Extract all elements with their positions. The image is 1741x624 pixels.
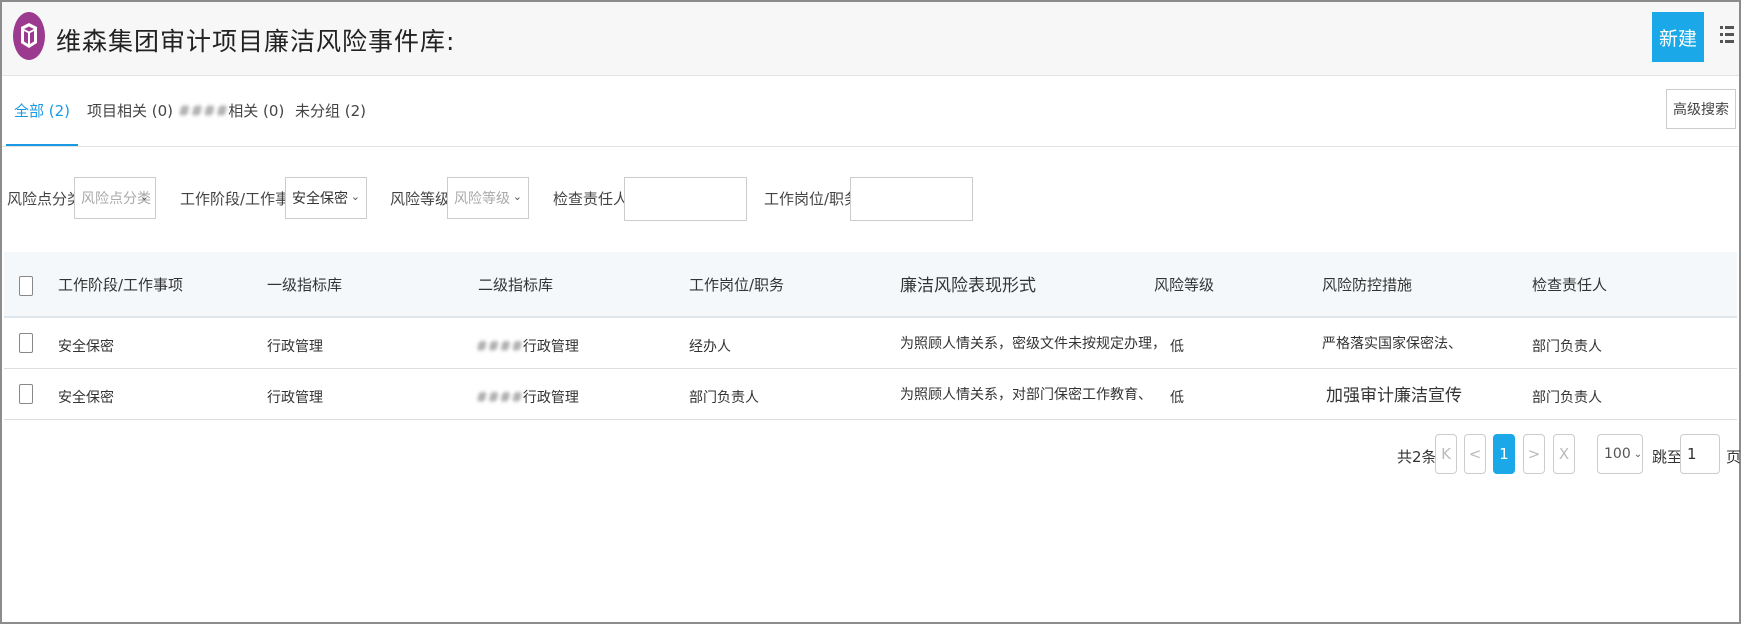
cell-stage: 安全保密 [58, 390, 114, 406]
next-page-button[interactable]: > [1523, 434, 1545, 474]
jump-page-input[interactable]: 1 [1680, 434, 1720, 474]
cell-position: 经办人 [689, 339, 731, 355]
column-header: 检查责任人 [1532, 276, 1608, 294]
tab-project-related-label: 项目相关 (0) [87, 102, 174, 120]
page-size-value: 100 [1604, 446, 1631, 462]
cell-owner: 部门负责人 [1532, 339, 1602, 355]
cell-measure: 加强审计廉洁宣传 [1326, 386, 1462, 406]
column-header: 廉洁风险表现形式 [900, 276, 1036, 296]
brand-logo-icon [13, 12, 45, 60]
cell-stage: 安全保密 [58, 339, 114, 355]
column-header: 风险防控措施 [1322, 276, 1413, 294]
column-header: 工作岗位/职务 [689, 276, 785, 294]
group-tabs: 全部 (2) 项目相关 (0) ####相关 (0) 未分组 (2) 高级搜索 [2, 76, 1739, 147]
risk-level-placeholder: 风险等级 [454, 191, 510, 207]
position-label: 工作岗位/职务 [764, 190, 860, 208]
column-header: 工作阶段/工作事项 [58, 276, 184, 294]
cell-risk-level: 低 [1170, 390, 1184, 406]
column-header: 二级指标库 [478, 276, 554, 294]
tab-ungrouped-label: 未分组 (2) [295, 102, 367, 120]
cell-risk-form: 为照顾人情关系，对部门保密工作教育、 [900, 387, 1152, 403]
work-stage-value: 安全保密 [292, 191, 348, 207]
prev-page-button[interactable]: < [1464, 434, 1486, 474]
pagination: 共2条 K < 1 > X 100 ⌄ 跳至 1 页 [2, 434, 1741, 474]
risk-category-label: 风险点分类 [7, 190, 83, 208]
cell-position: 部门负责人 [689, 390, 759, 406]
cell-owner: 部门负责人 [1532, 390, 1602, 406]
chevron-down-icon: ⌄ [350, 190, 360, 203]
cell-measure: 严格落实国家保密法、 [1322, 336, 1462, 352]
list-menu-icon[interactable] [1720, 24, 1734, 46]
total-count: 共2条 [1397, 448, 1437, 466]
inspector-input[interactable] [624, 177, 747, 221]
cell-level2-text: 行政管理 [522, 390, 579, 406]
position-input[interactable] [850, 177, 973, 221]
cell-risk-form: 为照顾人情关系，密级文件未按规定办理， [900, 336, 1166, 352]
tab-obscured-related-label: 相关 (0) [228, 102, 285, 120]
tab-obscured-related[interactable]: ####相关 (0) [178, 100, 284, 144]
table-row[interactable]: 安全保密 行政管理 ####行政管理 部门负责人 为照顾人情关系，对部门保密工作… [4, 369, 1737, 420]
column-header: 一级指标库 [267, 276, 343, 294]
chevron-down-icon: ⌄ [139, 190, 149, 203]
tab-project-related[interactable]: 项目相关 (0) [87, 100, 173, 144]
inspector-label: 检查责任人 [553, 190, 629, 208]
app-window: 维森集团审计项目廉洁风险事件库: 新建 全部 (2) 项目相关 (0) ####… [0, 0, 1741, 624]
cell-level1: 行政管理 [267, 390, 323, 406]
cell-level1: 行政管理 [267, 339, 323, 355]
table-row[interactable]: 安全保密 行政管理 ####行政管理 经办人 为照顾人情关系，密级文件未按规定办… [4, 318, 1737, 369]
select-all-checkbox[interactable] [19, 276, 33, 296]
tab-all-label: 全部 (2) [14, 102, 71, 120]
column-header: 风险等级 [1154, 276, 1215, 294]
last-page-button[interactable]: X [1553, 434, 1575, 474]
chevron-down-icon: ⌄ [512, 190, 522, 203]
risk-level-label: 风险等级 [390, 190, 451, 208]
cell-level2-text: 行政管理 [522, 339, 579, 355]
obscured-text: #### [476, 390, 523, 406]
page-suffix: 页 [1726, 448, 1741, 466]
row-checkbox[interactable] [19, 384, 33, 404]
obscured-text: #### [178, 102, 229, 120]
new-button[interactable]: 新建 [1652, 12, 1704, 62]
work-stage-select[interactable]: 安全保密 ⌄ [285, 177, 367, 219]
filter-bar: 风险点分类 风险点分类 ⌄ 工作阶段/工作事项 安全保密 ⌄ 风险等级 风险等级… [2, 172, 1739, 222]
table-header: 工作阶段/工作事项 一级指标库 二级指标库 工作岗位/职务 廉洁风险表现形式 风… [4, 252, 1737, 318]
page-1-button[interactable]: 1 [1493, 434, 1515, 474]
cell-level2: ####行政管理 [476, 387, 579, 407]
row-checkbox[interactable] [19, 333, 33, 353]
cell-level2: ####行政管理 [476, 336, 579, 356]
page-size-select[interactable]: 100 ⌄ [1597, 434, 1643, 474]
tab-ungrouped[interactable]: 未分组 (2) [295, 100, 366, 144]
jump-label: 跳至 [1652, 448, 1683, 466]
first-page-button[interactable]: K [1435, 434, 1457, 474]
chevron-down-icon: ⌄ [1633, 448, 1643, 460]
risk-level-select[interactable]: 风险等级 ⌄ [447, 177, 529, 219]
risk-category-select[interactable]: 风险点分类 ⌄ [74, 177, 156, 219]
cell-risk-level: 低 [1170, 339, 1184, 355]
advanced-search-button[interactable]: 高级搜索 [1666, 89, 1736, 129]
tab-all[interactable]: 全部 (2) [6, 100, 79, 146]
page-title: 维森集团审计项目廉洁风险事件库: [56, 27, 456, 56]
obscured-text: #### [476, 339, 523, 355]
page-header: 维森集团审计项目廉洁风险事件库: 新建 [2, 2, 1739, 76]
